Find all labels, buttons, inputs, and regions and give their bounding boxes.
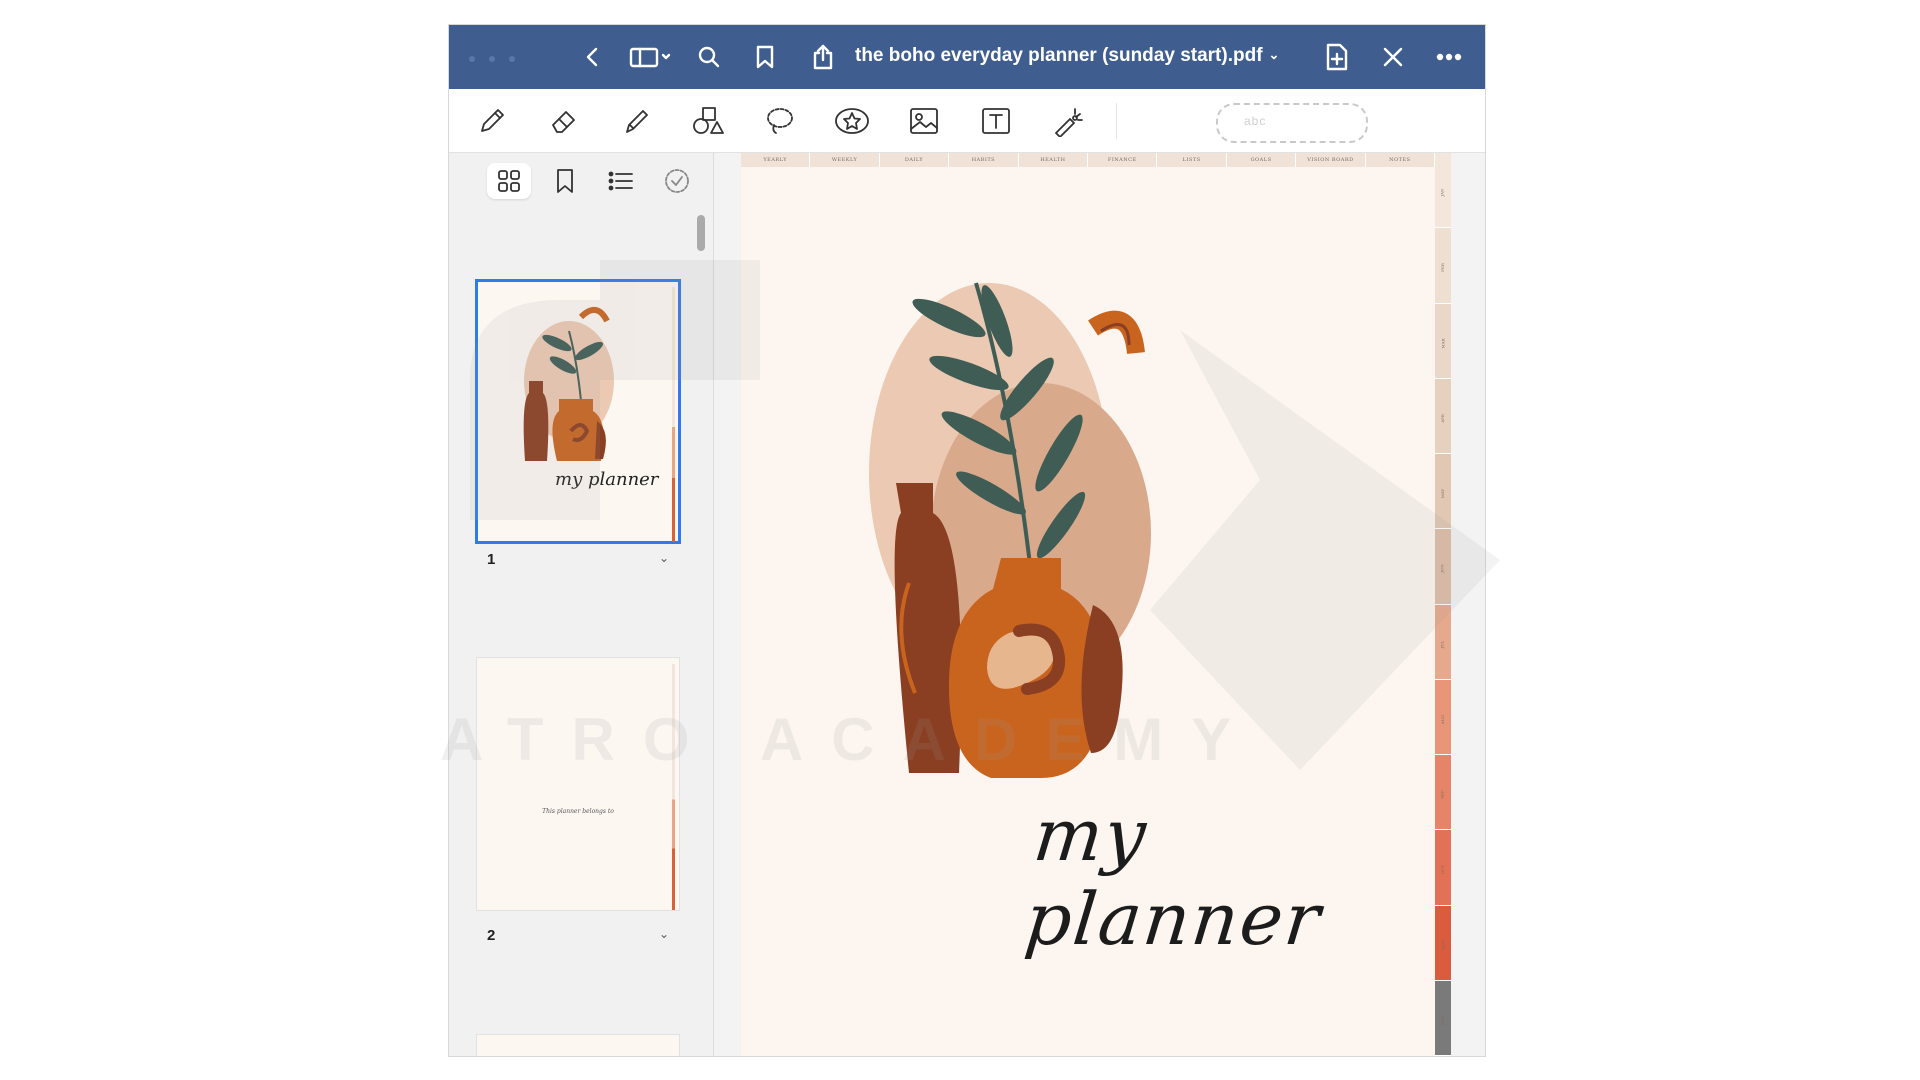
window-control-zoom[interactable] [509,56,515,62]
page-number-1: 1 [487,551,496,568]
chevron-down-icon: ⌄ [1268,47,1280,62]
chevron-down-icon[interactable]: ⌄ [659,551,669,565]
sticker-icon[interactable] [833,103,871,139]
back-icon[interactable] [579,43,607,71]
shapes-icon[interactable] [689,103,727,139]
page-sidebar: my planner 1 ⌄ This planner belongs to 2… [449,153,714,1056]
month-tab-label: MAY [1440,488,1446,499]
month-tab-label: JAN [1439,188,1445,197]
month-tab-feb[interactable]: FEB [1435,228,1451,304]
month-tab-nov[interactable]: NOV [1435,905,1451,981]
app-window: the boho everyday planner (sunday start)… [449,25,1485,1056]
sidebar-scrollbar[interactable] [697,215,705,251]
month-tab-mar[interactable]: MAR [1435,303,1451,379]
eraser-icon[interactable] [545,103,583,139]
toolbar-divider [1116,103,1117,139]
document-title-text: the boho everyday planner (sunday start)… [855,45,1263,66]
annotation-toolbar: abc [449,89,1485,153]
month-tab-oct[interactable]: OCT [1435,830,1451,906]
chevron-down-icon[interactable]: ⌄ [659,927,669,941]
thumb-caption-1: my planner [555,469,660,490]
month-tab-jul[interactable]: JUL [1435,604,1451,680]
pdf-page[interactable]: YEARLY WEEKLY DAILY HABITS HEALTH FINANCE LIST… [741,153,1451,1056]
pen-icon[interactable] [473,103,511,139]
bookmarks-icon[interactable] [543,163,587,199]
month-tab-label: AUG [1440,714,1446,725]
month-tab-sep[interactable]: SEP [1435,755,1451,831]
month-tab-jan[interactable]: JAN [1435,153,1451,229]
image-icon[interactable] [905,103,943,139]
document-view: YEARLY WEEKLY DAILY HABITS HEALTH FINANCE LIST… [714,153,1485,1056]
window-control-minimize[interactable] [489,56,495,62]
window-control-close[interactable] [469,56,475,62]
month-tab-label: JUN [1439,564,1445,574]
close-icon[interactable] [1379,43,1407,71]
thumbnails-icon[interactable] [487,163,531,199]
month-tab-label: JUL [1439,640,1445,648]
thumb-tab-strip [672,664,675,910]
sidebar-toggle-icon[interactable] [629,43,673,71]
cover-thumbnail-illustration: my planner [523,307,660,490]
share-icon[interactable] [809,43,837,71]
laser-pointer-icon[interactable] [1049,103,1087,139]
search-icon[interactable] [695,43,723,71]
add-page-icon[interactable] [1323,43,1351,71]
thumb-caption-2: This planner belongs to [542,808,614,815]
lasso-icon[interactable] [761,103,799,139]
month-tab-apr[interactable]: APR [1435,378,1451,454]
text-icon[interactable] [977,103,1015,139]
more-icon[interactable] [1435,43,1463,71]
month-tab-jun[interactable]: JUN [1435,529,1451,605]
page-thumbnail-3[interactable] [477,1035,679,1056]
thumb-tab-strip [672,287,675,542]
month-tab-label: DEC [1440,1015,1446,1025]
month-tab-dec[interactable]: DEC [1435,980,1451,1056]
selection-pill-text: abc [1244,114,1267,128]
page-script-title: my planner [1021,793,1326,961]
title-bar: the boho everyday planner (sunday start)… [449,25,1485,89]
month-tab-label: OCT [1440,865,1446,875]
selection-pill[interactable]: abc [1216,103,1368,143]
outline-icon[interactable] [599,163,643,199]
page-thumbnail-2[interactable]: This planner belongs to [477,658,679,910]
month-tab-label: SEP [1439,790,1445,799]
month-tab-label: MAR [1440,338,1446,349]
checkmark-icon[interactable] [655,163,699,199]
page-number-2: 2 [487,927,496,944]
bookmark-icon[interactable] [751,43,779,71]
page-thumbnail-1[interactable]: my planner [475,279,681,544]
month-tab-may[interactable]: MAY [1435,454,1451,530]
document-title[interactable]: the boho everyday planner (sunday start)… [855,45,1279,67]
highlighter-icon[interactable] [617,103,655,139]
month-tab-label: NOV [1440,940,1446,950]
month-tab-aug[interactable]: AUG [1435,679,1451,755]
month-tab-label: FEB [1439,263,1445,273]
planner-month-tabs: JAN FEB MAR APR MAY JUN JUL AUG SEP OCT NOV DEC [1435,153,1451,1056]
month-tab-label: APR [1439,414,1445,423]
